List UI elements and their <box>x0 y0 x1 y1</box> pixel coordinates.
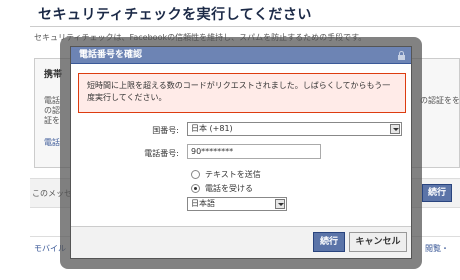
language-select-value: 日本語 <box>191 199 215 208</box>
country-select[interactable]: 日本 (+81) <box>187 122 402 136</box>
radio-sms-label: テキストを送信 <box>205 170 261 179</box>
help-link[interactable]: 閲覧・ <box>425 243 449 254</box>
lock-icon <box>398 51 405 60</box>
page-continue-button[interactable]: 続行 <box>422 184 452 202</box>
phone-input[interactable]: 90******** <box>187 144 321 159</box>
page-title: セキュリティチェックを実行してください <box>38 7 312 23</box>
chevron-down-icon <box>275 199 285 209</box>
language-select[interactable]: 日本語 <box>187 197 287 211</box>
dialog-footer: 続行 キャンセル <box>71 226 411 258</box>
title-divider <box>30 26 460 27</box>
dialog-header: 電話番号を確認 <box>71 47 411 64</box>
radio-call-label: 電話を受ける <box>205 184 253 193</box>
phone-label: 電話番号: <box>144 149 179 158</box>
country-label: 国番号: <box>152 126 179 135</box>
error-message: 短時間に上限を超える数のコードがリクエストされました。しばらくしてからもう一度実… <box>78 73 406 113</box>
continue-button[interactable]: 続行 <box>313 232 345 252</box>
dialog-title: 電話番号を確認 <box>79 50 143 60</box>
phone-verify-dialog: 電話番号を確認 短時間に上限を超える数のコードがリクエストされました。しばらくし… <box>70 46 412 259</box>
country-select-value: 日本 (+81) <box>191 124 233 133</box>
radio-sms[interactable] <box>191 170 200 179</box>
radio-call[interactable] <box>191 184 200 193</box>
panel-text-right: の認証をを <box>420 96 460 105</box>
chevron-down-icon <box>390 124 400 134</box>
cancel-button[interactable]: キャンセル <box>349 232 407 252</box>
